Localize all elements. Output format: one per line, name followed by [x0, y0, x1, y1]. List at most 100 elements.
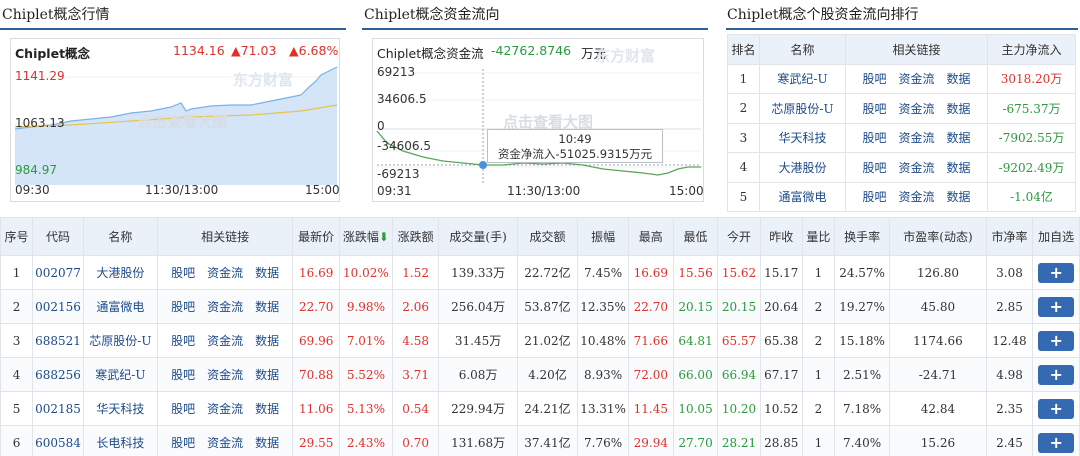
header-turnover[interactable]: 换手率 [833, 217, 891, 256]
header-no[interactable]: 序号 [0, 217, 34, 256]
header-amplitude[interactable]: 振幅 [577, 217, 629, 256]
cell-name[interactable]: 华天科技 [82, 391, 158, 426]
header-label: 名称 [108, 230, 133, 244]
cell-change: 0.54 [391, 391, 440, 426]
fund-flow-link[interactable]: 资金流 [207, 436, 243, 450]
rank-stock-name[interactable]: 通富微电 [759, 181, 846, 212]
cell-amount: 24.21亿 [516, 391, 579, 426]
fund-flow-link[interactable]: 资金流 [898, 102, 934, 116]
rank-stock-name[interactable]: 芯原股份-U [759, 93, 846, 124]
header-open[interactable]: 今开 [717, 217, 761, 256]
cell-name[interactable]: 长电科技 [82, 425, 158, 456]
row-links: 股吧 资金流 数据 [156, 255, 294, 290]
guba-link[interactable]: 股吧 [862, 161, 886, 175]
header-pct-change[interactable]: 涨跌幅⬇ [338, 217, 393, 256]
cell-code[interactable]: 600584 [32, 425, 84, 456]
guba-link[interactable]: 股吧 [862, 72, 886, 86]
cell-open: 20.15 [717, 289, 761, 324]
row-links: 股吧 资金流 数据 [156, 357, 294, 392]
cell-code[interactable]: 002077 [32, 255, 84, 290]
cell-amplitude: 7.45% [577, 255, 629, 290]
data-link[interactable]: 数据 [947, 190, 971, 204]
header-prev-close[interactable]: 昨收 [759, 217, 803, 256]
data-link[interactable]: 数据 [255, 334, 279, 348]
guba-link[interactable]: 股吧 [862, 190, 886, 204]
data-link[interactable]: 数据 [947, 131, 971, 145]
add-watchlist-button[interactable]: + [1038, 364, 1075, 385]
cell-high: 16.69 [627, 255, 674, 290]
guba-link[interactable]: 股吧 [171, 368, 195, 382]
cell-name[interactable]: 芯原股份-U [82, 323, 158, 358]
market-chart[interactable]: Chiplet概念 1134.16 ▲71.03 ▲6.68% 1141.29 … [10, 38, 340, 202]
header-low[interactable]: 最低 [672, 217, 719, 256]
cell-volume-ratio: 1 [801, 255, 835, 290]
header-pe[interactable]: 市盈率(动态) [889, 217, 987, 256]
add-watchlist-button[interactable]: + [1038, 296, 1075, 317]
rank-stock-name[interactable]: 大港股份 [759, 152, 846, 183]
cell-name[interactable]: 大港股份 [82, 255, 158, 290]
cell-pct-change: 5.13% [338, 391, 393, 426]
guba-link[interactable]: 股吧 [171, 436, 195, 450]
cell-name[interactable]: 通富微电 [82, 289, 158, 324]
data-link[interactable]: 数据 [255, 266, 279, 280]
data-link[interactable]: 数据 [255, 436, 279, 450]
table-row: 3 688521 芯原股份-U 股吧 资金流 数据 69.96 7.01% 4.58 31.45万… [0, 323, 1080, 358]
header-amount[interactable]: 成交额 [516, 217, 579, 256]
cell-price: 69.96 [292, 323, 340, 358]
rank-stock-name[interactable]: 寒武纪-U [759, 63, 846, 94]
cell-low: 20.15 [672, 289, 719, 324]
market-y-low: 984.97 [15, 163, 57, 177]
flow-chart-svg [376, 69, 701, 184]
add-watchlist-button[interactable]: + [1038, 432, 1075, 453]
add-watchlist-button[interactable]: + [1038, 398, 1075, 419]
data-link[interactable]: 数据 [255, 368, 279, 382]
header-code[interactable]: 代码 [32, 217, 84, 256]
data-link[interactable]: 数据 [255, 402, 279, 416]
fund-flow-link[interactable]: 资金流 [207, 300, 243, 314]
header-name[interactable]: 名称 [82, 217, 158, 256]
fund-flow-link[interactable]: 资金流 [898, 72, 934, 86]
guba-link[interactable]: 股吧 [171, 300, 195, 314]
fund-flow-link[interactable]: 资金流 [207, 368, 243, 382]
cell-code[interactable]: 688521 [32, 323, 84, 358]
fund-flow-link[interactable]: 资金流 [898, 131, 934, 145]
cell-code[interactable]: 002156 [32, 289, 84, 324]
data-link[interactable]: 数据 [947, 102, 971, 116]
header-pb[interactable]: 市净率 [985, 217, 1034, 256]
rank-stock-name[interactable]: 华天科技 [759, 122, 846, 153]
guba-link[interactable]: 股吧 [171, 334, 195, 348]
flow-tooltip-text: 资金净流入-51025.9315万元 [497, 147, 653, 161]
fund-flow-link[interactable]: 资金流 [207, 334, 243, 348]
fund-flow-link[interactable]: 资金流 [898, 190, 934, 204]
flow-chart[interactable]: Chiplet概念资金流 -42762.8746 万元 69213 34606.… [372, 38, 704, 202]
fund-flow-link[interactable]: 资金流 [207, 402, 243, 416]
guba-link[interactable]: 股吧 [862, 102, 886, 116]
cell-no: 3 [0, 323, 34, 358]
data-link[interactable]: 数据 [255, 300, 279, 314]
cell-code[interactable]: 688256 [32, 357, 84, 392]
add-watchlist-button[interactable]: + [1038, 262, 1075, 283]
flow-x-start: 09:31 [377, 184, 412, 198]
sort-desc-icon[interactable]: ⬇ [379, 230, 389, 244]
data-link[interactable]: 数据 [947, 72, 971, 86]
header-high[interactable]: 最高 [627, 217, 674, 256]
header-volume-ratio[interactable]: 量比 [801, 217, 835, 256]
cell-name[interactable]: 寒武纪-U [82, 357, 158, 392]
cell-prev-close: 28.85 [759, 425, 803, 456]
guba-link[interactable]: 股吧 [171, 402, 195, 416]
title-underline [362, 28, 708, 30]
guba-link[interactable]: 股吧 [862, 131, 886, 145]
add-watchlist-button[interactable]: + [1038, 330, 1075, 351]
header-volume[interactable]: 成交量(手) [438, 217, 518, 256]
guba-link[interactable]: 股吧 [171, 266, 195, 280]
fund-flow-link[interactable]: 资金流 [207, 266, 243, 280]
data-link[interactable]: 数据 [947, 161, 971, 175]
rank-main-inflow: -675.37万 [987, 93, 1076, 124]
header-price[interactable]: 最新价 [292, 217, 340, 256]
cell-pe: 126.80 [889, 255, 987, 290]
fund-flow-link[interactable]: 资金流 [898, 161, 934, 175]
cell-low: 66.00 [672, 357, 719, 392]
cell-open: 10.20 [717, 391, 761, 426]
header-change[interactable]: 涨跌额 [391, 217, 440, 256]
cell-code[interactable]: 002185 [32, 391, 84, 426]
